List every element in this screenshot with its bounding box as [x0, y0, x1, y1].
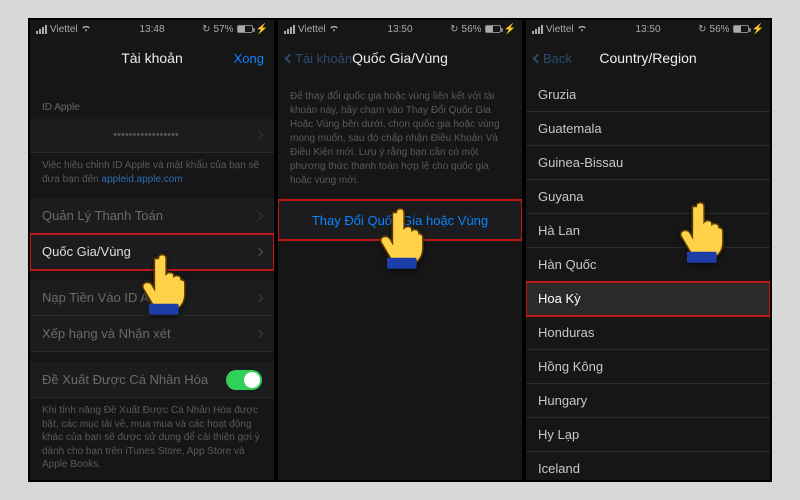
charging-icon: ⚡ — [752, 24, 764, 35]
battery-pct: 56% — [710, 24, 730, 35]
done-button[interactable]: Xong — [234, 51, 264, 66]
country-row[interactable]: Honduras — [526, 316, 770, 350]
row-personalized[interactable]: Đề Xuất Được Cá Nhân Hóa — [30, 362, 274, 398]
screen-account: Viettel 13:48 ↻ 57% ⚡ Tài khoản Xong ID … — [30, 20, 274, 480]
country-row[interactable]: Gruzia — [526, 78, 770, 112]
clock: 13:50 — [387, 24, 412, 35]
battery-icon — [485, 25, 501, 33]
wifi-icon — [81, 24, 91, 35]
row-country-region[interactable]: Quốc Gia/Vùng — [30, 234, 274, 270]
country-name: Honduras — [538, 325, 594, 340]
rotation-lock-icon: ↻ — [450, 24, 458, 35]
carrier-label: Viettel — [50, 24, 78, 35]
country-name: Hungary — [538, 393, 587, 408]
change-country-button[interactable]: Thay Đổi Quốc Gia hoặc Vùng — [278, 200, 522, 240]
country-row[interactable]: Iceland — [526, 452, 770, 480]
country-row[interactable]: Hy Lạp — [526, 418, 770, 452]
country-name: Hoa Kỳ — [538, 291, 581, 306]
country-name: Hà Lan — [538, 223, 580, 238]
apple-id-help: Việc hiệu chỉnh ID Apple và mật khẩu của… — [30, 153, 274, 198]
country-list[interactable]: Gruzia Guatemala Guinea-Bissau Guyana Hà Lan… — [526, 78, 770, 480]
charging-icon: ⚡ — [504, 24, 516, 35]
screen-country-list: Viettel 13:50 ↻ 56% ⚡ Back Country/Regio… — [526, 20, 770, 480]
wifi-icon — [329, 24, 339, 35]
row-apple-id[interactable]: ••••••••••••••••• — [30, 117, 274, 153]
change-country-info: Để thay đổi quốc gia hoặc vùng liên kết … — [278, 78, 522, 200]
screen-change-country: Viettel 13:50 ↻ 56% ⚡ Tài khoản Quốc Gia… — [278, 20, 522, 480]
chevron-right-icon — [255, 329, 263, 337]
country-name: Hàn Quốc — [538, 257, 597, 272]
chevron-left-icon — [285, 53, 295, 63]
clock: 13:50 — [635, 24, 660, 35]
rotation-lock-icon: ↻ — [202, 24, 210, 35]
country-name: Guatemala — [538, 121, 602, 136]
country-row[interactable]: Hungary — [526, 384, 770, 418]
country-row[interactable]: Hoa Kỳ — [526, 282, 770, 316]
country-name: Iceland — [538, 461, 580, 476]
row-payment[interactable]: Quản Lý Thanh Toán — [30, 198, 274, 234]
country-row[interactable]: Guatemala — [526, 112, 770, 146]
status-bar: Viettel 13:48 ↻ 57% ⚡ — [30, 20, 274, 38]
carrier-label: Viettel — [298, 24, 326, 35]
battery-pct: 56% — [462, 24, 482, 35]
row-add-funds[interactable]: Nạp Tiền Vào ID Apple — [30, 280, 274, 316]
status-bar: Viettel 13:50 ↻ 56% ⚡ — [278, 20, 522, 38]
clock: 13:48 — [139, 24, 164, 35]
country-name: Guinea-Bissau — [538, 155, 623, 170]
country-row[interactable]: Hàn Quốc — [526, 248, 770, 282]
country-row[interactable]: Hà Lan — [526, 214, 770, 248]
battery-pct: 57% — [214, 24, 234, 35]
section-apple-id-label: ID Apple — [30, 88, 274, 117]
country-name: Guyana — [538, 189, 584, 204]
battery-icon — [237, 25, 253, 33]
personalized-desc: Khi tính năng Đề Xuất Được Cá Nhân Hóa đ… — [30, 398, 274, 480]
chevron-left-icon — [533, 53, 543, 63]
chevron-right-icon — [255, 293, 263, 301]
nav-title: Tài khoản — [40, 50, 264, 66]
row-ratings-reviews[interactable]: Xếp hạng và Nhận xét — [30, 316, 274, 352]
status-bar: Viettel 13:50 ↻ 56% ⚡ — [526, 20, 770, 38]
signal-icon — [532, 25, 543, 34]
back-button[interactable]: Back — [534, 51, 572, 66]
country-row[interactable]: Hồng Kông — [526, 350, 770, 384]
signal-icon — [36, 25, 47, 34]
signal-icon — [284, 25, 295, 34]
chevron-right-icon — [255, 130, 263, 138]
rotation-lock-icon: ↻ — [698, 24, 706, 35]
country-row[interactable]: Guinea-Bissau — [526, 146, 770, 180]
charging-icon: ⚡ — [256, 24, 268, 35]
apple-id-value: ••••••••••••••••• — [113, 129, 178, 141]
chevron-right-icon — [255, 211, 263, 219]
nav-header: Tài khoản Quốc Gia/Vùng — [278, 38, 522, 78]
country-name: Hồng Kông — [538, 359, 603, 374]
country-row[interactable]: Guyana — [526, 180, 770, 214]
chevron-right-icon — [255, 247, 263, 255]
appleid-link[interactable]: appleid.apple.com — [102, 174, 183, 185]
nav-header: Tài khoản Xong — [30, 38, 274, 78]
personalized-toggle[interactable] — [226, 370, 262, 390]
back-button[interactable]: Tài khoản — [286, 51, 352, 66]
battery-icon — [733, 25, 749, 33]
carrier-label: Viettel — [546, 24, 574, 35]
country-name: Gruzia — [538, 87, 576, 102]
nav-header: Back Country/Region — [526, 38, 770, 78]
wifi-icon — [577, 24, 587, 35]
country-name: Hy Lạp — [538, 427, 579, 442]
